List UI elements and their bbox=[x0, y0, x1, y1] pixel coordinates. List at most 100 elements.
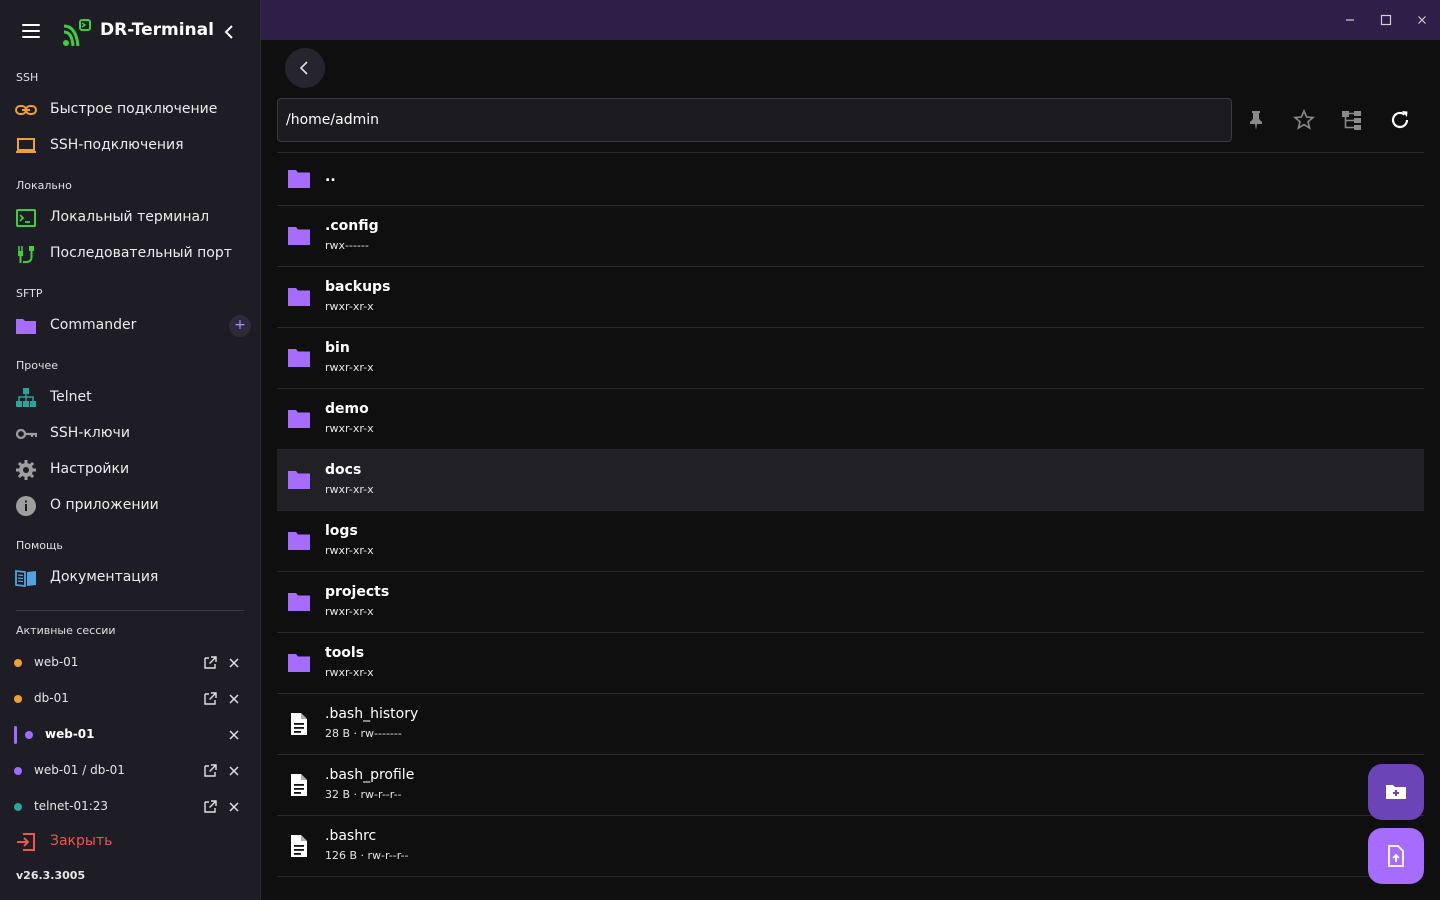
add-commander-button[interactable]: + bbox=[229, 315, 251, 337]
file-row[interactable]: .bashrc 126 B · rw-r--r-- bbox=[277, 816, 1424, 877]
entry-name: .bash_profile bbox=[325, 767, 415, 783]
section-other: Прочее bbox=[16, 359, 59, 372]
star-icon[interactable] bbox=[1292, 108, 1316, 132]
open-external-icon[interactable] bbox=[202, 655, 218, 671]
exit-icon bbox=[17, 833, 35, 851]
close-session-icon[interactable] bbox=[226, 799, 242, 815]
entry-meta: rwxr-xr-x bbox=[325, 483, 374, 496]
entry-name: logs bbox=[325, 523, 358, 539]
section-sftp: SFTP bbox=[16, 287, 43, 300]
session-item[interactable]: web-01 bbox=[8, 647, 252, 679]
entry-meta: rwxr-xr-x bbox=[325, 666, 374, 679]
close-app-button[interactable]: Закрыть bbox=[8, 826, 252, 858]
chevron-left-icon bbox=[299, 61, 308, 75]
open-external-icon[interactable] bbox=[202, 799, 218, 815]
app-logo-icon bbox=[63, 19, 91, 47]
terminal-icon bbox=[16, 209, 36, 227]
sidebar-item-ssh-keys[interactable]: SSH-ключи bbox=[8, 417, 252, 451]
tree-view-icon[interactable] bbox=[1340, 108, 1364, 132]
back-button[interactable] bbox=[285, 48, 325, 88]
menu-icon[interactable] bbox=[22, 24, 42, 40]
session-item[interactable]: db-01 bbox=[8, 683, 252, 715]
new-folder-button[interactable] bbox=[1368, 764, 1424, 820]
serial-cable-icon bbox=[18, 246, 34, 263]
chevron-left-icon[interactable] bbox=[220, 22, 238, 42]
sidebar-item-docs[interactable]: Документация bbox=[8, 561, 252, 595]
minimize-icon[interactable] bbox=[1340, 10, 1360, 30]
folder-row[interactable]: demo rwxr-xr-x bbox=[277, 389, 1424, 450]
session-item[interactable]: telnet-01:23 bbox=[8, 791, 252, 823]
sidebar-item-about[interactable]: О приложении bbox=[8, 489, 252, 523]
entry-name: .config bbox=[325, 218, 379, 234]
entry-meta: rwxr-xr-x bbox=[325, 300, 374, 313]
folder-icon bbox=[288, 471, 310, 489]
upload-file-icon bbox=[1388, 845, 1404, 867]
folder-row[interactable]: projects rwxr-xr-x bbox=[277, 572, 1424, 633]
close-session-icon[interactable] bbox=[226, 763, 242, 779]
entry-name: .bash_history bbox=[325, 706, 419, 722]
sidebar-item-local-terminal[interactable]: Локальный терминал bbox=[8, 201, 252, 235]
folder-row[interactable]: bin rwxr-xr-x bbox=[277, 328, 1424, 389]
sidebar-item-quick-connect[interactable]: Быстрое подключение bbox=[8, 93, 252, 127]
book-icon bbox=[15, 569, 36, 588]
entry-name: docs bbox=[325, 462, 362, 478]
folder-icon bbox=[16, 319, 36, 334]
create-folder-icon bbox=[1386, 785, 1406, 799]
file-list: .. .config rwx------ backups rwxr-xr-x bin rwx… bbox=[277, 152, 1424, 877]
info-icon bbox=[16, 496, 36, 516]
entry-meta: 126 B · rw-r--r-- bbox=[325, 849, 409, 862]
sidebar-item-label: Telnet bbox=[50, 389, 92, 405]
session-status-dot bbox=[14, 659, 22, 667]
entry-name: projects bbox=[325, 584, 390, 600]
folder-row[interactable]: backups rwxr-xr-x bbox=[277, 267, 1424, 328]
sidebar-item-label: SSH-ключи bbox=[50, 425, 130, 441]
entry-meta: 28 B · rw------- bbox=[325, 727, 402, 740]
open-external-icon[interactable] bbox=[202, 691, 218, 707]
folder-icon bbox=[288, 410, 310, 428]
entry-meta: 32 B · rw-r--r-- bbox=[325, 788, 402, 801]
folder-icon bbox=[288, 170, 310, 188]
path-input[interactable] bbox=[277, 98, 1232, 142]
sidebar-item-ssh-connections[interactable]: SSH-подключения bbox=[8, 129, 252, 163]
sidebar-item-label: SSH-подключения bbox=[50, 137, 184, 153]
section-help: Помощь bbox=[16, 539, 63, 552]
sidebar-item-telnet[interactable]: Telnet bbox=[8, 381, 252, 415]
file-browser: .. .config rwx------ backups rwxr-xr-x bin rwx… bbox=[261, 40, 1440, 900]
session-status-dot bbox=[14, 695, 22, 703]
close-session-icon[interactable] bbox=[226, 727, 242, 743]
maximize-icon[interactable] bbox=[1376, 10, 1396, 30]
file-row[interactable]: .bash_history 28 B · rw------- bbox=[277, 694, 1424, 755]
folder-row[interactable]: tools rwxr-xr-x bbox=[277, 633, 1424, 694]
session-label: db-01 bbox=[34, 691, 69, 705]
close-session-icon[interactable] bbox=[226, 655, 242, 671]
sidebar-item-label: Настройки bbox=[50, 461, 130, 477]
folder-icon bbox=[288, 532, 310, 550]
folder-icon bbox=[288, 654, 310, 672]
sidebar-item-label: Быстрое подключение bbox=[50, 101, 218, 117]
session-label: web-01 / db-01 bbox=[34, 763, 125, 777]
refresh-icon[interactable] bbox=[1388, 108, 1412, 132]
section-local: Локально bbox=[16, 179, 72, 192]
app-title: DR-Terminal bbox=[100, 20, 214, 40]
close-window-icon[interactable] bbox=[1412, 10, 1432, 30]
file-row[interactable]: .bash_profile 32 B · rw-r--r-- bbox=[277, 755, 1424, 816]
file-text-icon bbox=[291, 713, 307, 735]
network-icon bbox=[16, 388, 36, 407]
sidebar-item-commander[interactable]: Commander bbox=[8, 309, 252, 343]
sidebar-item-settings[interactable]: Настройки bbox=[8, 453, 252, 487]
session-item[interactable]: web-01 / db-01 bbox=[8, 755, 252, 787]
sidebar-divider bbox=[16, 610, 244, 611]
link-icon bbox=[15, 105, 37, 115]
folder-row[interactable]: logs rwxr-xr-x bbox=[277, 511, 1424, 572]
entry-meta: rwxr-xr-x bbox=[325, 361, 374, 374]
close-app-label: Закрыть bbox=[50, 833, 113, 849]
close-session-icon[interactable] bbox=[226, 691, 242, 707]
folder-row[interactable]: .. bbox=[277, 152, 1424, 206]
sidebar-item-serial-port[interactable]: Последовательный порт bbox=[8, 237, 252, 271]
folder-row[interactable]: docs rwxr-xr-x bbox=[277, 450, 1424, 511]
session-item[interactable]: web-01 bbox=[8, 719, 252, 751]
open-external-icon[interactable] bbox=[202, 763, 218, 779]
pin-icon[interactable] bbox=[1244, 108, 1268, 132]
upload-file-button[interactable] bbox=[1368, 828, 1424, 884]
folder-row[interactable]: .config rwx------ bbox=[277, 206, 1424, 267]
